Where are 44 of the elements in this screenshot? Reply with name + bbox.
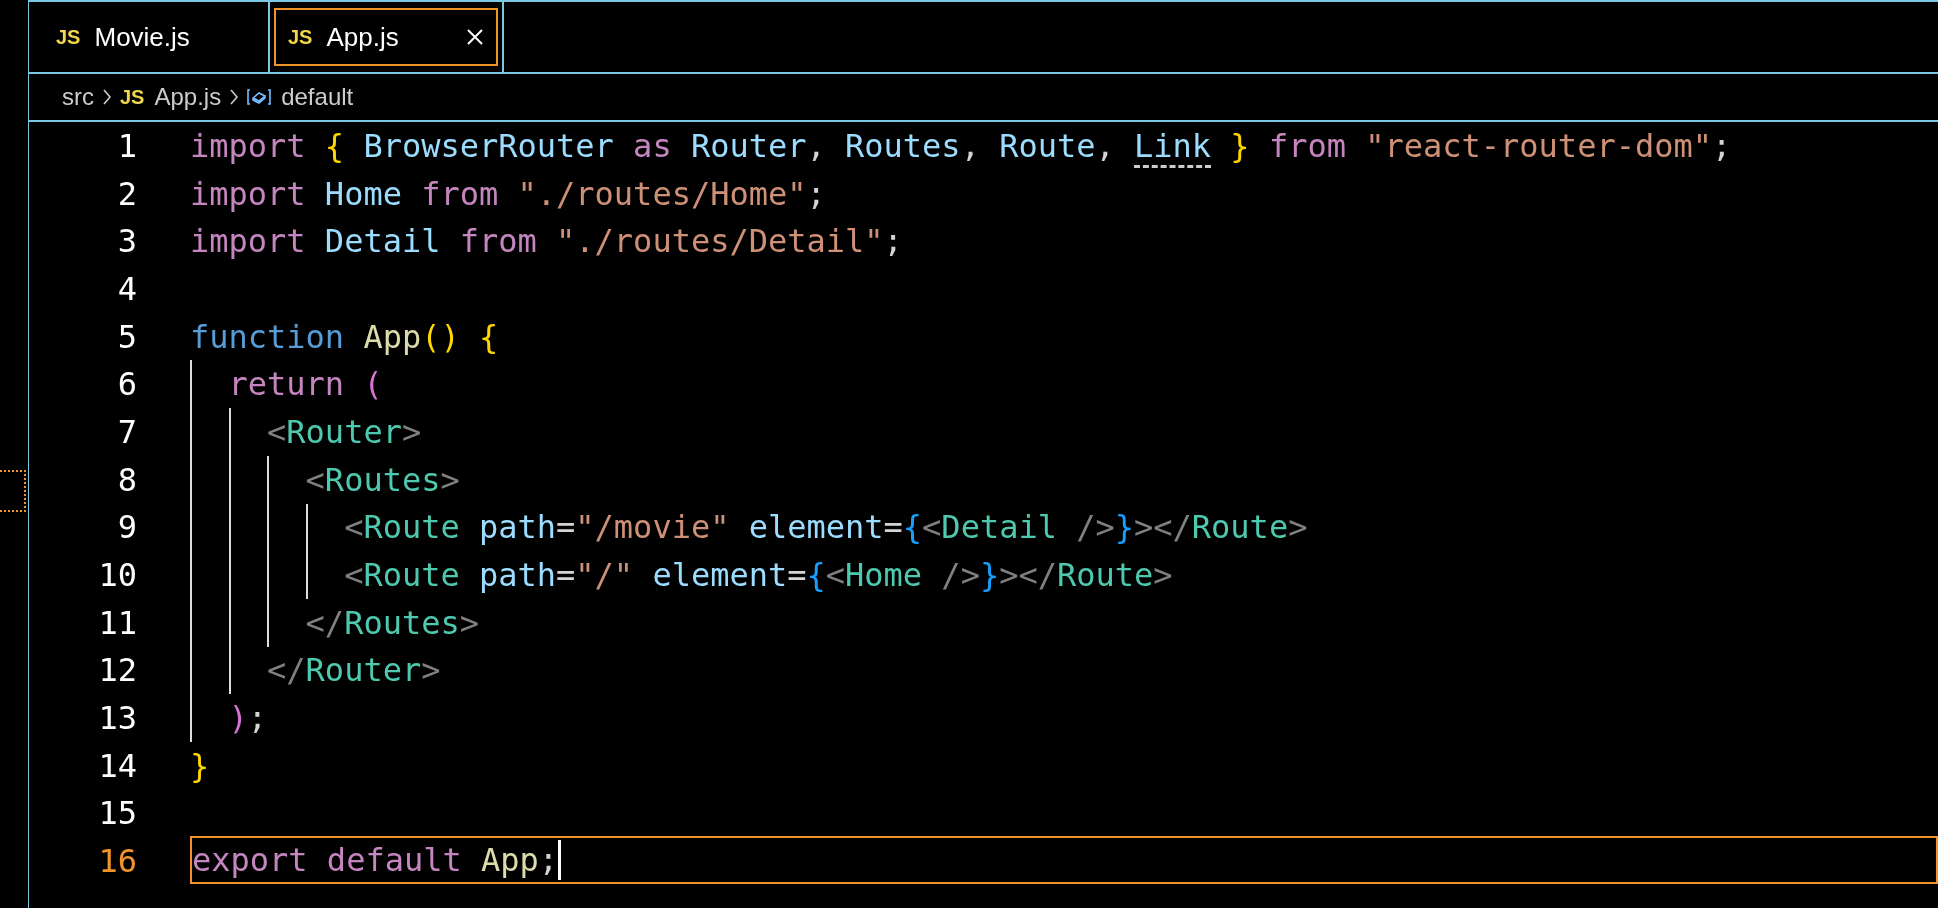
code-line: export default App; — [192, 841, 559, 880]
js-file-icon: JS — [288, 25, 313, 49]
line-number: 10 — [97, 556, 137, 595]
text-cursor — [558, 840, 562, 881]
code-line: </Routes> — [304, 603, 479, 642]
breadcrumb-item[interactable]: default — [281, 83, 354, 111]
js-file-icon: JS — [120, 85, 145, 109]
code-line: import Home from "./routes/Home"; — [190, 174, 826, 213]
code-line: <Route path="/movie" element={<Detail />}></Route> — [343, 508, 1308, 547]
line-number: 12 — [97, 651, 137, 690]
line-number: 2 — [116, 174, 137, 213]
close-icon[interactable] — [466, 28, 484, 46]
chevron-icon — [102, 88, 112, 106]
line-number: 13 — [97, 699, 137, 738]
code-line: } — [190, 746, 210, 785]
dotted-marker — [0, 470, 26, 512]
line-number: 7 — [116, 412, 137, 451]
code-line: <Route path="/" element={<Home />}></Route> — [343, 556, 1173, 595]
editor-tab[interactable]: JS App.js — [274, 8, 498, 66]
code-line: import { BrowserRouter as Router, Routes, Route, Link } from "react-router-dom"; — [190, 126, 1732, 165]
line-number: 9 — [116, 508, 137, 547]
line-number: 14 — [97, 746, 137, 785]
line-number: 16 — [97, 842, 137, 881]
line-number: 3 — [116, 222, 137, 261]
line-number: 11 — [97, 603, 137, 642]
code-line: return ( — [227, 365, 383, 404]
line-number: 6 — [116, 365, 137, 404]
breadcrumb-item[interactable]: App.js — [154, 83, 222, 111]
line-number: 1 — [116, 126, 137, 165]
code-line: import Detail from "./routes/Detail"; — [190, 222, 903, 261]
js-file-icon: JS — [56, 25, 81, 49]
code-line: <Routes> — [304, 460, 460, 499]
code-line: function App() { — [190, 317, 499, 356]
line-number: 8 — [116, 460, 137, 499]
line-number: 5 — [116, 317, 137, 356]
code-line: ); — [227, 699, 268, 738]
breadcrumb-item[interactable]: src — [62, 83, 94, 111]
line-number: 15 — [97, 794, 137, 833]
line-number: 4 — [116, 269, 137, 308]
code-line: </Router> — [266, 651, 441, 690]
symbol-icon — [247, 88, 272, 106]
chevron-icon — [229, 88, 240, 106]
code-line: <Router> — [266, 412, 422, 451]
editor-tab[interactable]: JS Movie.js — [29, 2, 268, 72]
